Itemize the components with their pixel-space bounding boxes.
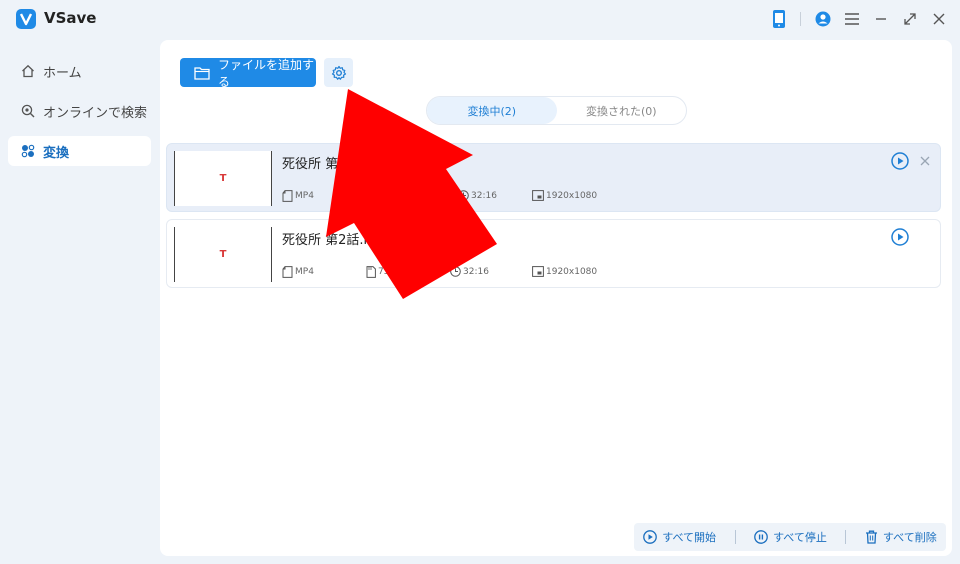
bottom-action-bar: すべて開始 すべて停止 すべて削除 bbox=[634, 523, 946, 551]
maximize-icon[interactable] bbox=[899, 8, 921, 30]
app-logo-icon bbox=[16, 9, 36, 29]
storage-icon bbox=[366, 266, 376, 278]
video-thumbnail: T bbox=[174, 151, 272, 206]
file-name: 死役所 第 bbox=[282, 157, 339, 172]
file-format: MP4 bbox=[282, 190, 314, 202]
title-bar: VSave bbox=[0, 0, 960, 38]
file-duration: 32:16 bbox=[458, 190, 497, 201]
pause-icon bbox=[754, 530, 768, 544]
sidebar-item-label: オンラインで検索 bbox=[43, 105, 148, 121]
play-icon bbox=[891, 152, 909, 170]
sidebar-item-online-search[interactable]: オンラインで検索 bbox=[8, 96, 151, 126]
file-format: MP4 bbox=[282, 266, 314, 278]
divider bbox=[845, 530, 847, 544]
file-duration: 32:16 bbox=[450, 266, 489, 277]
delete-all-button[interactable]: すべて削除 bbox=[865, 529, 937, 545]
trash-icon bbox=[865, 530, 878, 544]
clock-icon bbox=[458, 190, 469, 201]
account-icon[interactable] bbox=[812, 8, 834, 30]
minimize-icon[interactable] bbox=[870, 8, 892, 30]
sidebar-item-label: 変換 bbox=[43, 145, 70, 161]
sidebar-item-label: ホーム bbox=[43, 65, 82, 81]
conversion-tabs: 変換中(2) 変換された(0) bbox=[426, 96, 687, 125]
menu-icon[interactable] bbox=[841, 8, 863, 30]
file-resolution: 1920x1080 bbox=[532, 266, 597, 277]
add-files-button[interactable]: ファイルを追加する bbox=[180, 57, 316, 89]
file-row[interactable]: T 死役所 第 MP4 32:16 1920x1080 bbox=[166, 143, 941, 212]
close-icon[interactable] bbox=[928, 8, 950, 30]
search-icon bbox=[20, 103, 36, 119]
tab-converted[interactable]: 変換された(0) bbox=[557, 97, 687, 124]
start-all-button[interactable]: すべて開始 bbox=[643, 529, 716, 545]
titlebar-divider bbox=[800, 12, 801, 26]
clock-icon bbox=[450, 266, 461, 277]
file-name: 死役所 第2話.m bbox=[282, 233, 377, 248]
gear-icon bbox=[331, 65, 347, 81]
add-files-label: ファイルを追加する bbox=[218, 57, 315, 89]
main-panel: ファイルを追加する 変換中(2) 変換された(0) T 死役所 第 MP4 32… bbox=[160, 40, 952, 556]
remove-file-button[interactable] bbox=[919, 155, 931, 167]
home-icon bbox=[20, 63, 36, 79]
folder-icon bbox=[194, 66, 210, 80]
app-title: VSave bbox=[44, 9, 97, 27]
phone-icon[interactable] bbox=[768, 8, 790, 30]
settings-button[interactable] bbox=[324, 58, 353, 87]
play-icon bbox=[891, 228, 909, 246]
convert-icon bbox=[20, 143, 36, 159]
sidebar-item-convert[interactable]: 変換 bbox=[8, 136, 151, 166]
thumbnail-mark: T bbox=[219, 249, 227, 260]
file-icon bbox=[282, 266, 293, 278]
play-icon bbox=[643, 530, 658, 544]
thumbnail-mark: T bbox=[219, 173, 227, 184]
tab-converting[interactable]: 変換中(2) bbox=[427, 97, 557, 124]
file-row[interactable]: T 死役所 第2話.m MP4 75 32:16 1920x1080 bbox=[166, 219, 941, 288]
file-resolution: 1920x1080 bbox=[532, 190, 597, 201]
file-icon bbox=[282, 190, 293, 202]
resolution-icon bbox=[532, 266, 544, 277]
close-icon bbox=[920, 156, 930, 166]
stop-all-button[interactable]: すべて停止 bbox=[754, 529, 827, 545]
video-thumbnail: T bbox=[174, 227, 272, 282]
file-size: 75 bbox=[366, 266, 389, 278]
sidebar-item-home[interactable]: ホーム bbox=[8, 56, 151, 86]
resolution-icon bbox=[532, 190, 544, 201]
play-button[interactable] bbox=[891, 228, 909, 246]
play-button[interactable] bbox=[891, 152, 909, 170]
divider bbox=[734, 530, 736, 544]
